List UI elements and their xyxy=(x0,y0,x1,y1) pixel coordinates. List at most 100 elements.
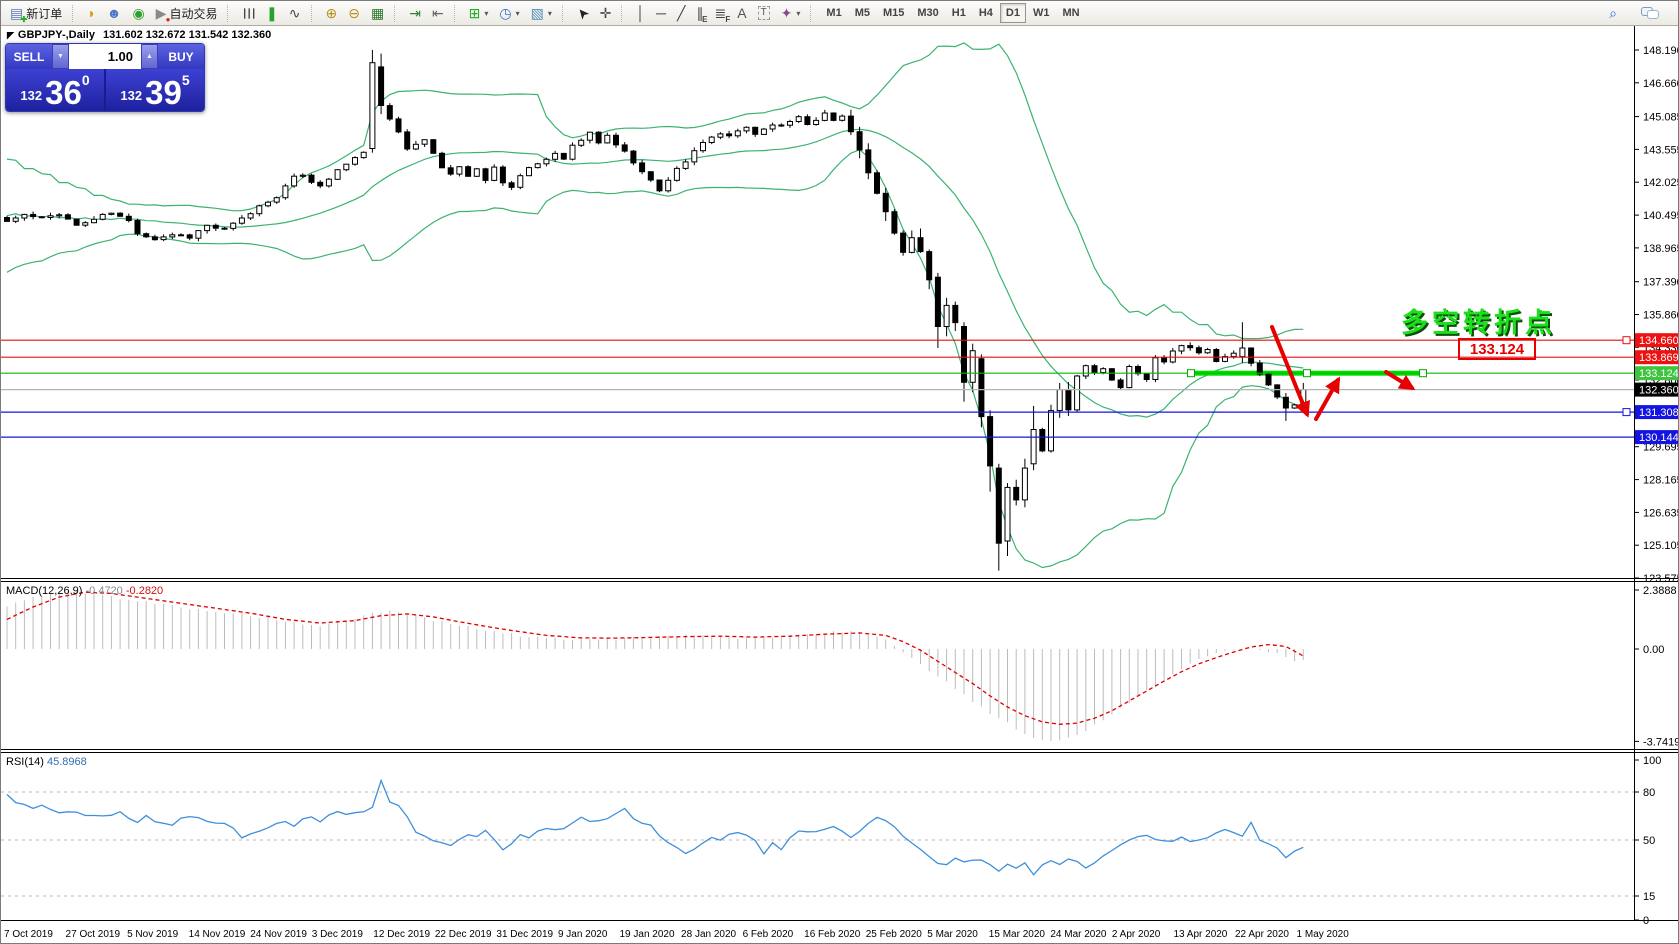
tile-windows-button[interactable]: ▦ xyxy=(366,3,389,24)
fibonacci-button[interactable]: ≣F xyxy=(709,3,731,24)
timeframe-h1[interactable]: H1 xyxy=(946,3,972,23)
toolbar-separator xyxy=(621,5,626,22)
svg-text:130.144: 130.144 xyxy=(1639,432,1679,444)
chart-region[interactable]: 148.190146.660145.085143.555142.025140.4… xyxy=(1,26,1679,944)
toolbar-separator xyxy=(227,5,232,22)
svg-text:135.860: 135.860 xyxy=(1643,310,1679,322)
price-level-annotation[interactable]: 133.124 xyxy=(1458,338,1536,360)
timeframe-m15[interactable]: M15 xyxy=(877,3,910,23)
new-order-button-label: 新订单 xyxy=(26,5,62,22)
candlestick-chart-button[interactable]: ❚ xyxy=(261,3,283,24)
text-label-button[interactable]: T xyxy=(753,3,775,24)
svg-text:131.308: 131.308 xyxy=(1639,407,1679,419)
time-axis-label: 14 Nov 2019 xyxy=(189,929,246,940)
bar-chart-button[interactable]: ☰ xyxy=(237,3,260,24)
zoom-out-button[interactable]: ⊖ xyxy=(343,3,365,24)
signals-icon[interactable]: ◉ xyxy=(127,3,149,24)
chart-shift-icon: ⇤ xyxy=(432,6,444,21)
svg-text:132.360: 132.360 xyxy=(1639,385,1679,397)
vertical-line-button[interactable]: │ xyxy=(631,3,650,24)
time-axis-label: 25 Feb 2020 xyxy=(866,929,922,940)
time-axis-label: 1 May 2020 xyxy=(1297,929,1349,940)
sell-price-point: 0 xyxy=(82,72,90,88)
time-axis-label: 22 Apr 2020 xyxy=(1235,929,1289,940)
svg-text:-3.7419: -3.7419 xyxy=(1643,736,1679,748)
horizontal-line-icon: ─ xyxy=(656,6,666,21)
auto-scroll-button[interactable]: ⇥ xyxy=(404,3,426,24)
crosshair-button[interactable]: ✛ xyxy=(595,3,617,24)
trendline-button[interactable]: ╱ xyxy=(672,3,690,24)
autotrading-button-badge: ● xyxy=(166,16,171,24)
autotrading-button-label: 自动交易 xyxy=(169,5,217,22)
buy-button[interactable]: BUY xyxy=(158,44,204,69)
horizontal-line-button[interactable]: ─ xyxy=(651,3,671,24)
time-axis-label: 24 Nov 2019 xyxy=(250,929,307,940)
one-click-trading-panel: SELL ▼ ▲ BUY 132360 132395 xyxy=(5,43,205,112)
timeframe-w1[interactable]: W1 xyxy=(1027,3,1056,23)
toolbar-groups: ▤✚新订单◗☻◉▶●自动交易☰❚∿⊕⊖▦⇥⇤⊞▾◷▾▧▾➤✛│─╱∥E≣FAT✦… xyxy=(5,3,1086,24)
time-axis-label: 15 Mar 2020 xyxy=(989,929,1045,940)
toolbar-group: ▤✚新订单 xyxy=(5,3,67,24)
channel-button[interactable]: ∥E xyxy=(691,3,708,24)
time-axis-label: 19 Jan 2020 xyxy=(620,929,675,940)
timeframe-d1[interactable]: D1 xyxy=(1000,3,1026,23)
toolbar-group: ◗☻◉▶●自动交易 xyxy=(82,3,222,24)
chat-icon[interactable] xyxy=(1636,3,1664,24)
svg-text:146.660: 146.660 xyxy=(1643,78,1679,90)
zoom-out-icon: ⊖ xyxy=(348,6,360,21)
autotrading-icon: ▶● xyxy=(156,6,167,21)
sell-button[interactable]: SELL xyxy=(6,44,52,69)
macd-name: MACD(12,26,9) xyxy=(6,585,82,597)
rsi-label: RSI(14) 45.8968 xyxy=(6,756,87,768)
buy-price[interactable]: 132395 xyxy=(106,69,204,111)
svg-text:140.495: 140.495 xyxy=(1643,210,1679,222)
text-button[interactable]: A xyxy=(732,3,751,24)
time-axis-label: 2 Apr 2020 xyxy=(1112,929,1160,940)
toolbar-group: ☰ ❚∿ xyxy=(237,3,305,24)
time-axis[interactable]: 7 Oct 201927 Oct 20195 Nov 201914 Nov 20… xyxy=(1,923,1634,944)
new-order-button[interactable]: ▤✚新订单 xyxy=(5,3,67,24)
volume-increase-button[interactable]: ▲ xyxy=(141,44,158,69)
strategy-tester-icon[interactable]: ☻ xyxy=(102,3,127,24)
time-axis-label: 13 Apr 2020 xyxy=(1173,929,1227,940)
svg-text:50: 50 xyxy=(1643,835,1655,847)
search-icon[interactable]: ⌕ xyxy=(1604,3,1622,24)
volume-decrease-button[interactable]: ▼ xyxy=(52,44,69,69)
zoom-in-button[interactable]: ⊕ xyxy=(321,3,343,24)
chart-shift-button[interactable]: ⇤ xyxy=(427,3,449,24)
time-axis-label: 7 Oct 2019 xyxy=(4,929,53,940)
arrows-button[interactable]: ✦▾ xyxy=(776,3,806,24)
volume-input[interactable] xyxy=(69,44,141,69)
timeframe-m1[interactable]: M1 xyxy=(820,3,847,23)
time-axis-label: 9 Jan 2020 xyxy=(558,929,608,940)
sell-price[interactable]: 132360 xyxy=(6,69,104,111)
indicators-icon: ⊞ xyxy=(469,6,481,21)
turning-point-annotation[interactable]: 多空转折点 xyxy=(1401,301,1556,340)
price-axis-ticks: 148.190146.660145.085143.555142.025140.4… xyxy=(1634,45,1679,585)
timeframe-h4[interactable]: H4 xyxy=(973,3,999,23)
toolbar-separator xyxy=(810,5,815,22)
new-order-icon: ▤✚ xyxy=(10,6,23,21)
toolbar-separator xyxy=(562,5,567,22)
strategy-tester-icon-icon: ☻ xyxy=(107,6,122,21)
template-button[interactable]: ▧▾ xyxy=(526,3,557,24)
autotrading-button[interactable]: ▶●自动交易 xyxy=(151,3,223,24)
period-icon: ◷ xyxy=(499,6,511,21)
bar-chart-icon: ☰ xyxy=(241,7,256,20)
cursor-button[interactable]: ➤ xyxy=(572,3,594,24)
timeframe-m30[interactable]: M30 xyxy=(911,3,944,23)
mt4-window: ▤✚新订单◗☻◉▶●自动交易☰❚∿⊕⊖▦⇥⇤⊞▾◷▾▧▾➤✛│─╱∥E≣FAT✦… xyxy=(0,0,1679,944)
timeframe-mn[interactable]: MN xyxy=(1056,3,1085,23)
period-button[interactable]: ◷▾ xyxy=(494,3,524,24)
buy-price-prefix: 132 xyxy=(120,88,142,107)
time-axis-label: 5 Nov 2019 xyxy=(127,929,178,940)
indicators-button[interactable]: ⊞▾ xyxy=(464,3,494,24)
pane-borders xyxy=(1,26,1679,921)
macd-label: MACD(12,26,9) -0.4720 -0.2820 xyxy=(6,585,163,597)
chart-canvas[interactable]: 148.190146.660145.085143.555142.025140.4… xyxy=(1,26,1679,944)
timeframe-m5[interactable]: M5 xyxy=(849,3,876,23)
megaphone-icon[interactable]: ◗ xyxy=(82,3,100,24)
horizontal-lines[interactable] xyxy=(1,340,1634,437)
svg-text:15: 15 xyxy=(1643,891,1655,903)
line-chart-button[interactable]: ∿ xyxy=(284,3,306,24)
